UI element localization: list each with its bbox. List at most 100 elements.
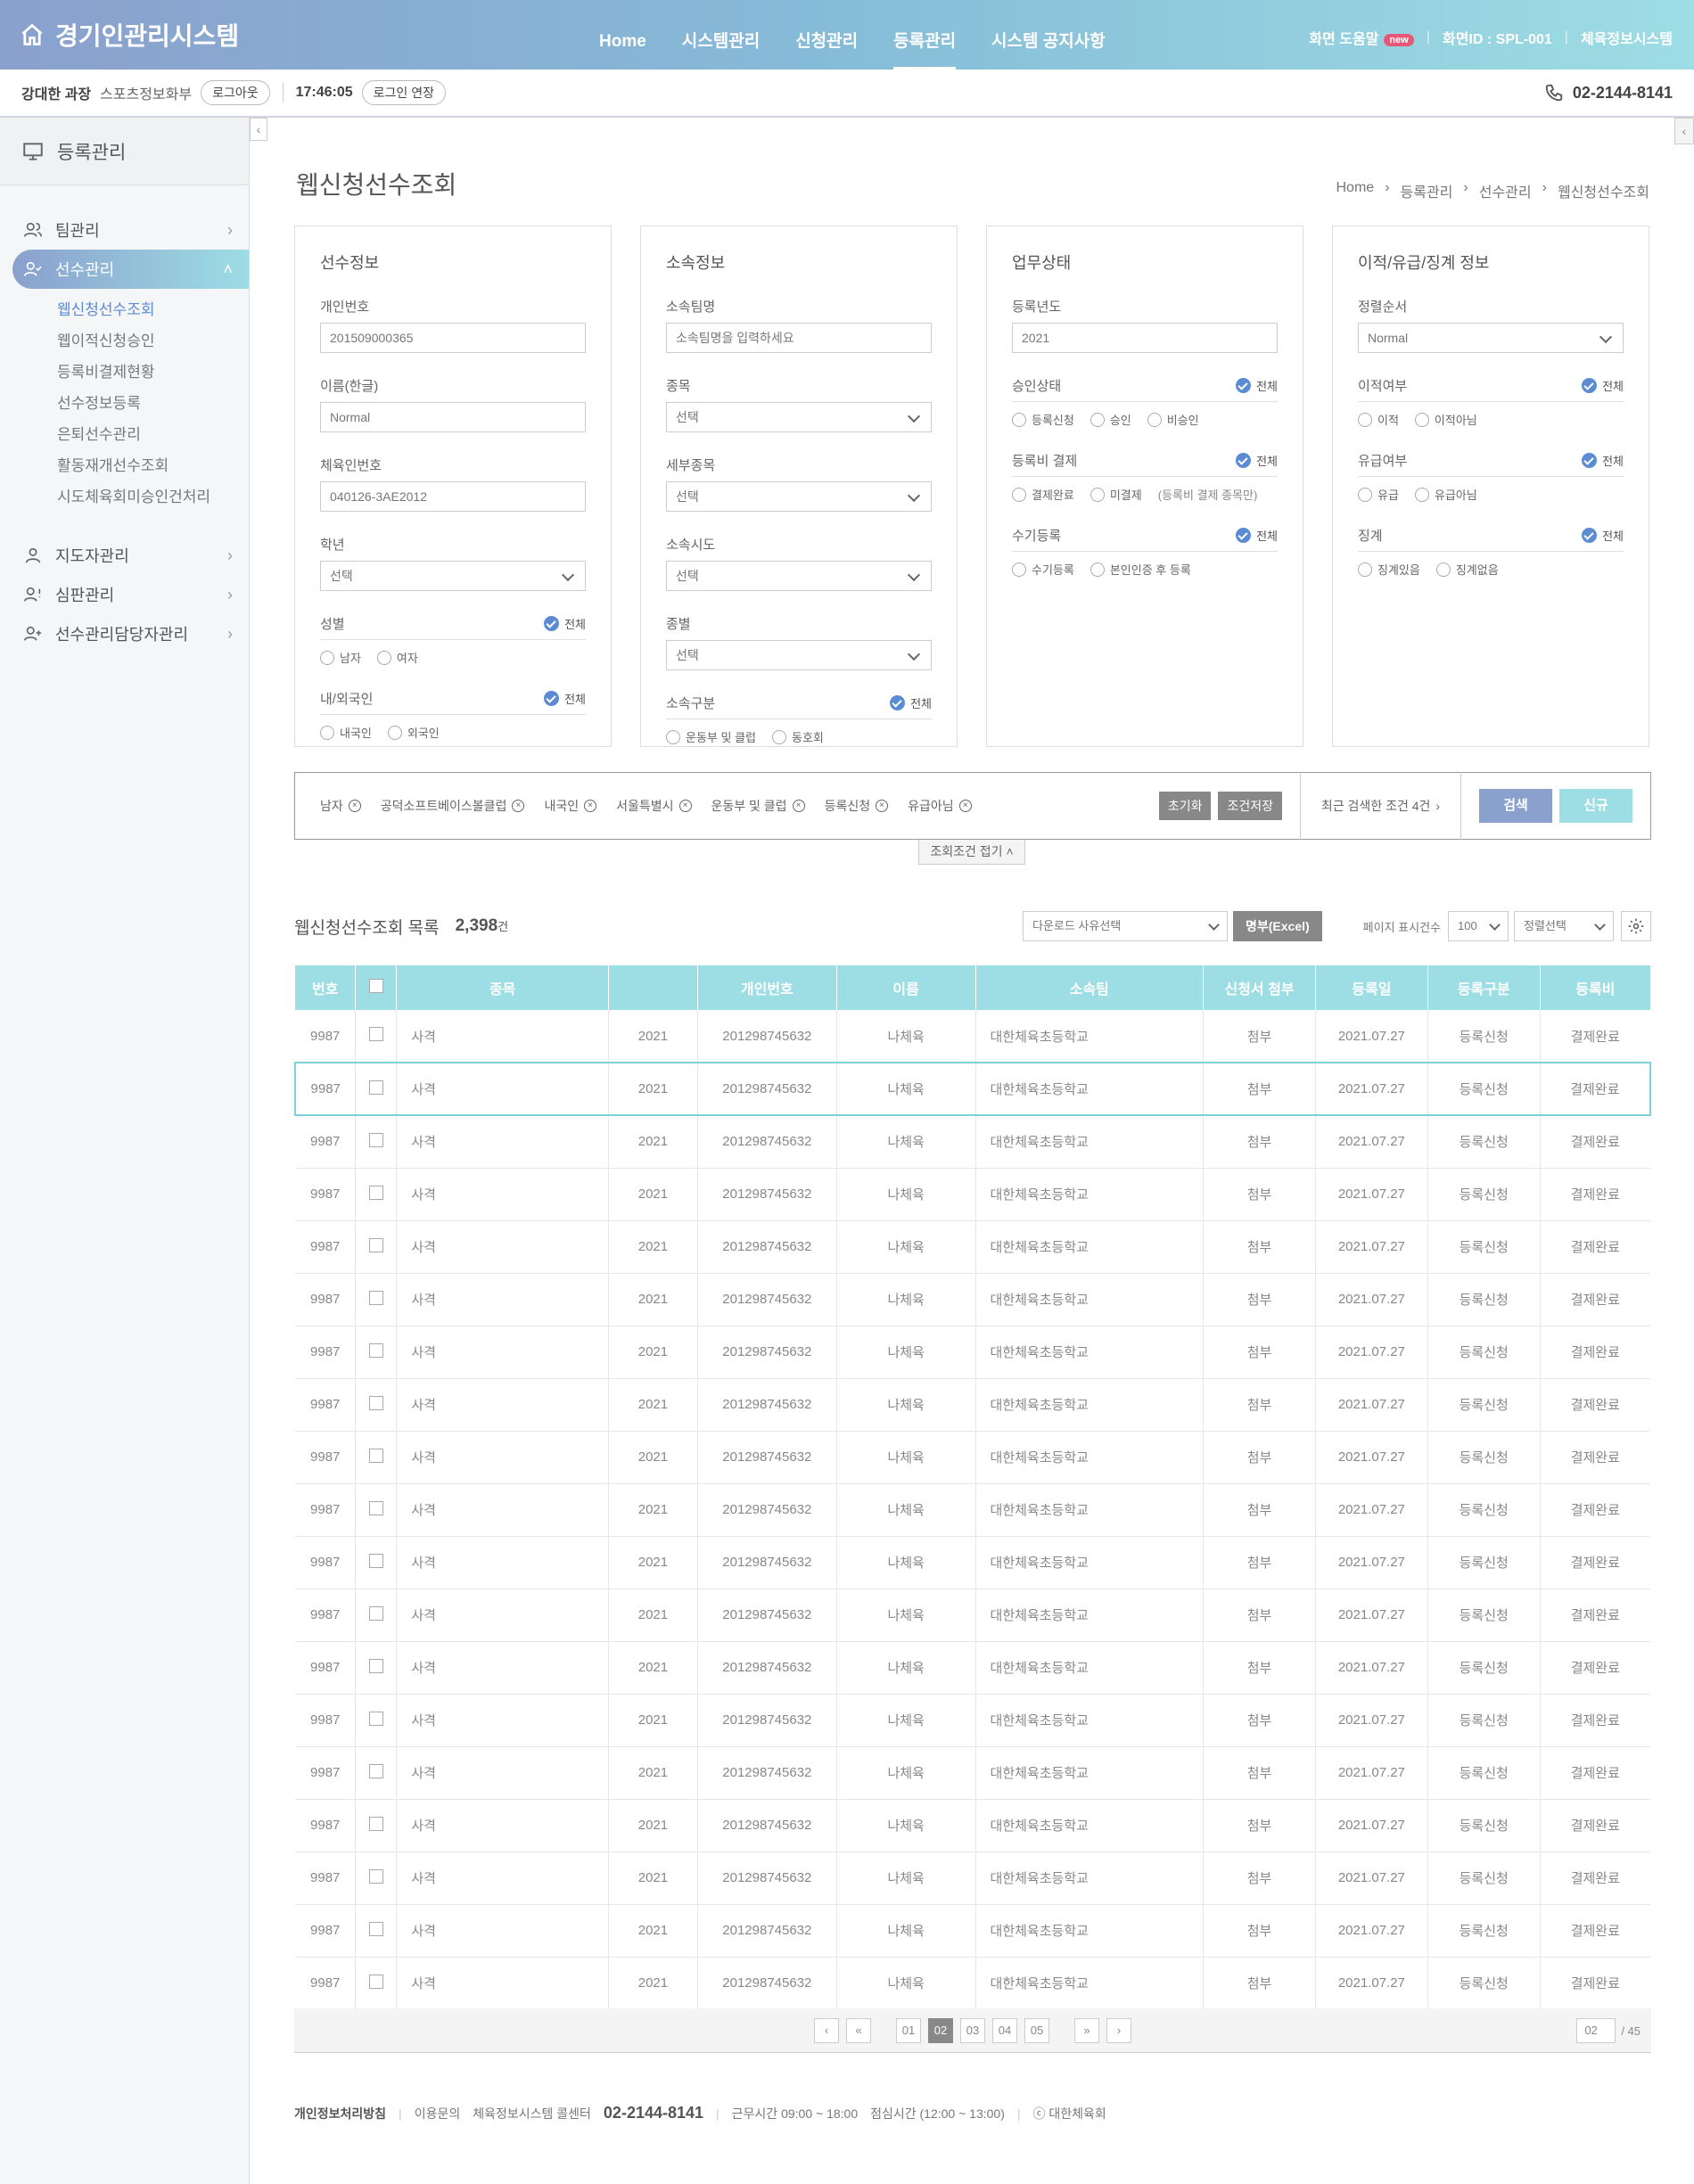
- remove-tag-icon[interactable]: ×: [348, 800, 361, 812]
- remove-tag-icon[interactable]: ×: [792, 800, 805, 812]
- team-name-input[interactable]: 소속팀명을 입력하세요: [666, 323, 932, 353]
- table-row[interactable]: 9987 사격 2021 201298745632 나체육 대한체육초등학교 첨부 2021.…: [295, 1220, 1650, 1274]
- submenu-web-player-inquiry[interactable]: 웹신청선수조회: [57, 294, 249, 325]
- radio-domestic[interactable]: 내국인: [320, 724, 372, 741]
- cell-checkbox[interactable]: [355, 1641, 397, 1695]
- row-checkbox[interactable]: [368, 1711, 383, 1726]
- row-checkbox[interactable]: [368, 1027, 383, 1041]
- first-page-button[interactable]: «: [846, 2017, 871, 2043]
- row-checkbox[interactable]: [368, 1185, 383, 1200]
- extend-login-button[interactable]: 로그인 연장: [361, 80, 446, 105]
- table-row[interactable]: 9987 사격 2021 201298745632 나체육 대한체육초등학교 첨부 2021.…: [295, 1694, 1650, 1747]
- cell-checkbox[interactable]: [355, 1062, 397, 1116]
- app-logo[interactable]: 경기인관리시스템: [20, 18, 239, 52]
- row-checkbox[interactable]: [368, 1237, 383, 1252]
- radio-paid[interactable]: 결제완료: [1012, 486, 1074, 503]
- table-row[interactable]: 9987 사격 2021 201298745632 나체육 대한체육초등학교 첨부 2021.…: [295, 1431, 1650, 1484]
- radio-verified[interactable]: 본인인증 후 등록: [1090, 561, 1191, 578]
- registration-year-input[interactable]: 2021: [1012, 323, 1278, 353]
- save-condition-button[interactable]: 조건저장: [1218, 792, 1282, 820]
- table-row[interactable]: 9987 사격 2021 201298745632 나체육 대한체육초등학교 첨부 2021.…: [294, 1062, 1651, 1116]
- radio-team-club[interactable]: 운동부 및 클럽: [666, 728, 756, 745]
- cell-checkbox[interactable]: [355, 1115, 397, 1169]
- cell-checkbox[interactable]: [355, 1589, 397, 1642]
- row-checkbox[interactable]: [368, 1868, 383, 1884]
- table-row[interactable]: 9987 사격 2021 201298745632 나체육 대한체육초등학교 첨부 2021.…: [295, 1957, 1650, 2010]
- nav-registration[interactable]: 등록관리: [893, 0, 956, 70]
- held-back-all-checkbox[interactable]: 전체: [1582, 452, 1624, 469]
- cell-checkbox[interactable]: [355, 1326, 397, 1379]
- col-reg-type[interactable]: 등록구분: [1427, 965, 1541, 1010]
- next-page-button[interactable]: ›: [1106, 2017, 1131, 2043]
- right-panel-toggle[interactable]: ‹: [1674, 118, 1694, 144]
- excel-download-button[interactable]: 명부(Excel): [1232, 911, 1322, 941]
- table-row[interactable]: 9987 사격 2021 201298745632 나체육 대한체육초등학교 첨부 2021.…: [295, 1536, 1650, 1589]
- radio-not-disciplined[interactable]: 징계없음: [1435, 561, 1499, 578]
- radio-foreign[interactable]: 외국인: [387, 724, 440, 741]
- nav-notice[interactable]: 시스템 공지사항: [991, 0, 1106, 70]
- row-checkbox[interactable]: [368, 1605, 383, 1621]
- select-all-checkbox[interactable]: [368, 978, 383, 993]
- submenu-retired-players[interactable]: 은퇴선수관리: [57, 419, 249, 450]
- radio-held-back[interactable]: 유급: [1358, 486, 1399, 503]
- col-attachment[interactable]: 신청서 첨부: [1203, 965, 1316, 1010]
- radio-transfer[interactable]: 이적: [1358, 411, 1399, 428]
- cell-checkbox[interactable]: [355, 1746, 397, 1800]
- affiliation-all-checkbox[interactable]: 전체: [890, 694, 932, 711]
- sidebar-item-referee[interactable]: 심판관리 ›: [0, 575, 249, 614]
- sub-sport-select[interactable]: 선택: [666, 481, 932, 512]
- sidebar-item-player[interactable]: 선수관리 ˄: [12, 250, 249, 289]
- cell-checkbox[interactable]: [355, 1220, 397, 1274]
- row-checkbox[interactable]: [368, 1080, 383, 1095]
- col-year[interactable]: [608, 965, 698, 1010]
- personal-number-input[interactable]: 201509000365: [320, 323, 586, 353]
- table-row[interactable]: 9987 사격 2021 201298745632 나체육 대한체육초등학교 첨부 2021.…: [295, 1010, 1650, 1063]
- download-reason-select[interactable]: 다운로드 사유선택: [1022, 911, 1228, 941]
- remove-tag-icon[interactable]: ×: [958, 800, 972, 812]
- search-button[interactable]: 검색: [1479, 789, 1552, 823]
- col-number[interactable]: 번호: [295, 965, 356, 1010]
- submenu-resumed-players[interactable]: 활동재개선수조회: [57, 450, 249, 481]
- row-checkbox[interactable]: [368, 1658, 383, 1673]
- col-fee[interactable]: 등록비: [1539, 965, 1650, 1010]
- table-row[interactable]: 9987 사격 2021 201298745632 나체육 대한체육초등학교 첨부 2021.…: [295, 1273, 1650, 1326]
- radio-manual[interactable]: 수기등록: [1012, 561, 1074, 578]
- sport-select[interactable]: 선택: [666, 402, 932, 432]
- recent-conditions-link[interactable]: 최근 검색한 조건 4건 ›: [1300, 772, 1460, 840]
- nav-system[interactable]: 시스템관리: [682, 0, 760, 70]
- cell-checkbox[interactable]: [355, 1799, 397, 1852]
- table-row[interactable]: 9987 사격 2021 201298745632 나체육 대한체육초등학교 첨부 2021.…: [295, 1326, 1650, 1379]
- page-button[interactable]: 04: [992, 2017, 1017, 2043]
- col-sport[interactable]: 종목: [396, 965, 609, 1010]
- gender-all-checkbox[interactable]: 전체: [544, 615, 586, 632]
- logout-button[interactable]: 로그아웃: [201, 80, 270, 105]
- reset-button[interactable]: 초기화: [1158, 792, 1212, 820]
- table-row[interactable]: 9987 사격 2021 201298745632 나체육 대한체육초등학교 첨부 2021.…: [295, 1746, 1650, 1800]
- cell-checkbox[interactable]: [355, 1904, 397, 1958]
- table-row[interactable]: 9987 사격 2021 201298745632 나체육 대한체육초등학교 첨부 2021.…: [295, 1589, 1650, 1642]
- radio-disciplined[interactable]: 징계있음: [1358, 561, 1420, 578]
- table-row[interactable]: 9987 사격 2021 201298745632 나체육 대한체육초등학교 첨부 2021.…: [295, 1904, 1650, 1958]
- row-checkbox[interactable]: [368, 1448, 383, 1463]
- col-reg-date[interactable]: 등록일: [1314, 965, 1428, 1010]
- cell-checkbox[interactable]: [355, 1536, 397, 1589]
- table-row[interactable]: 9987 사격 2021 201298745632 나체육 대한체육초등학교 첨부 2021.…: [295, 1799, 1650, 1852]
- last-page-button[interactable]: »: [1074, 2017, 1099, 2043]
- row-checkbox[interactable]: [368, 1974, 383, 1989]
- radio-female[interactable]: 여자: [376, 649, 418, 666]
- table-row[interactable]: 9987 사격 2021 201298745632 나체육 대한체육초등학교 첨부 2021.…: [295, 1168, 1650, 1221]
- table-row[interactable]: 9987 사격 2021 201298745632 나체육 대한체육초등학교 첨부 2021.…: [295, 1641, 1650, 1695]
- name-input[interactable]: Normal: [320, 402, 586, 432]
- breadcrumb-item[interactable]: 등록관리: [1401, 180, 1453, 201]
- cell-checkbox[interactable]: [355, 1694, 397, 1747]
- privacy-policy-link[interactable]: 개인정보처리방침: [294, 2105, 386, 2122]
- submenu-player-registration[interactable]: 선수정보등록: [57, 388, 249, 419]
- submenu-web-transfer-approval[interactable]: 웹이적신청승인: [57, 325, 249, 357]
- sports-info-link[interactable]: 체육정보시스템: [1581, 27, 1673, 48]
- row-checkbox[interactable]: [368, 1500, 383, 1515]
- row-checkbox[interactable]: [368, 1395, 383, 1410]
- sidebar-collapse-button[interactable]: ‹: [250, 118, 267, 141]
- approval-all-checkbox[interactable]: 전체: [1236, 377, 1278, 394]
- prev-page-button[interactable]: ‹: [814, 2017, 839, 2043]
- table-row[interactable]: 9987 사격 2021 201298745632 나체육 대한체육초등학교 첨부 2021.…: [295, 1483, 1650, 1537]
